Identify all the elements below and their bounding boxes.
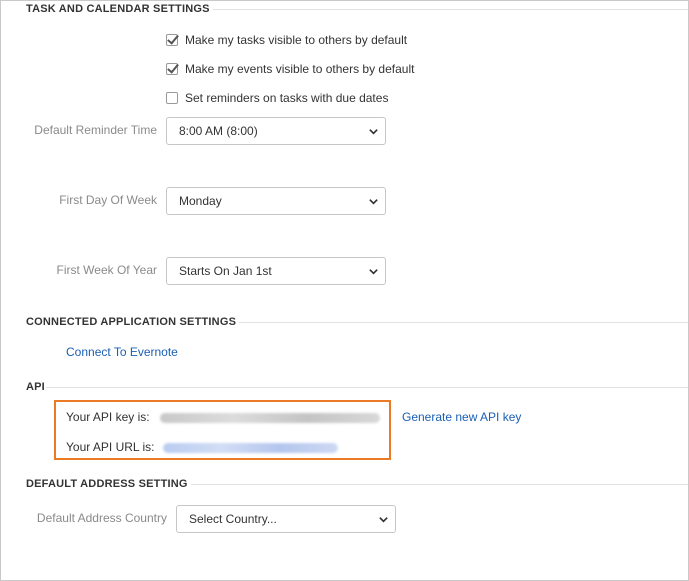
settings-panel: TASK AND CALENDAR SETTINGS Make my tasks… xyxy=(0,0,689,581)
connect-evernote-link[interactable]: Connect To Evernote xyxy=(66,345,178,359)
visible-events-label: Make my events visible to others by defa… xyxy=(185,62,415,76)
section-divider xyxy=(239,322,688,323)
first-week-value: Starts On Jan 1st xyxy=(179,264,272,278)
first-week-label: First Week Of Year xyxy=(56,263,157,277)
default-country-select[interactable]: Select Country... xyxy=(176,505,396,533)
visible-events-checkbox[interactable] xyxy=(166,63,178,75)
default-address-section-title: DEFAULT ADDRESS SETTING xyxy=(26,478,188,490)
default-reminder-select[interactable]: 8:00 AM (8:00) xyxy=(166,117,386,145)
task-calendar-section-title: TASK AND CALENDAR SETTINGS xyxy=(26,3,210,15)
api-key-label: Your API key is: xyxy=(66,410,150,424)
task-reminders-label: Set reminders on tasks with due dates xyxy=(185,91,389,105)
api-key-redacted xyxy=(160,413,380,423)
api-url-redacted[interactable] xyxy=(163,443,338,453)
default-reminder-label: Default Reminder Time xyxy=(34,123,157,137)
connected-apps-section-title: CONNECTED APPLICATION SETTINGS xyxy=(26,316,237,328)
chevron-down-icon xyxy=(369,269,378,275)
visible-tasks-checkbox[interactable] xyxy=(166,34,178,46)
first-day-select[interactable]: Monday xyxy=(166,187,386,215)
api-url-label: Your API URL is: xyxy=(66,440,155,454)
task-reminders-checkbox[interactable] xyxy=(166,92,178,104)
visible-tasks-checkbox-row[interactable]: Make my tasks visible to others by defau… xyxy=(166,33,407,47)
chevron-down-icon xyxy=(369,199,378,205)
default-country-value: Select Country... xyxy=(189,512,277,526)
chevron-down-icon xyxy=(379,517,388,523)
section-divider xyxy=(46,387,688,388)
first-week-select[interactable]: Starts On Jan 1st xyxy=(166,257,386,285)
section-divider xyxy=(213,9,688,10)
first-day-value: Monday xyxy=(179,194,222,208)
chevron-down-icon xyxy=(369,129,378,135)
first-day-label: First Day Of Week xyxy=(59,193,157,207)
generate-api-key-link[interactable]: Generate new API key xyxy=(402,410,521,424)
visible-events-checkbox-row[interactable]: Make my events visible to others by defa… xyxy=(166,62,414,76)
default-reminder-value: 8:00 AM (8:00) xyxy=(179,124,258,138)
default-country-label: Default Address Country xyxy=(36,511,167,525)
section-divider xyxy=(191,484,688,485)
api-section-title: API xyxy=(26,381,45,393)
task-reminders-checkbox-row[interactable]: Set reminders on tasks with due dates xyxy=(166,91,388,105)
visible-tasks-label: Make my tasks visible to others by defau… xyxy=(185,33,408,47)
